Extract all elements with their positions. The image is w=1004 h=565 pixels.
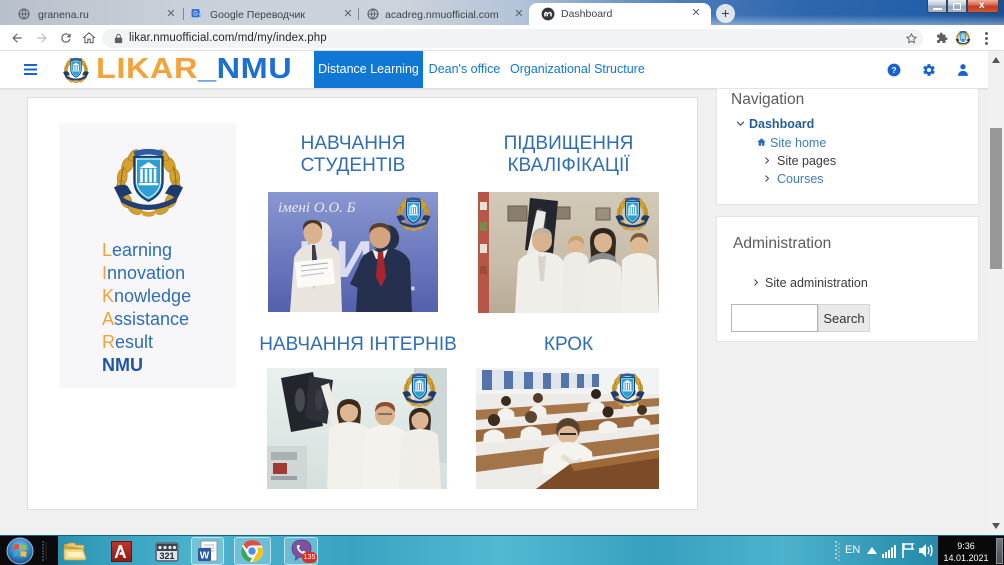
svg-text:W: W xyxy=(200,551,210,562)
svg-text:G: G xyxy=(193,12,198,18)
svg-text:?: ? xyxy=(892,66,897,75)
svg-text:321: 321 xyxy=(159,551,174,561)
svg-text:імені О.О. Б: імені О.О. Б xyxy=(278,200,356,216)
